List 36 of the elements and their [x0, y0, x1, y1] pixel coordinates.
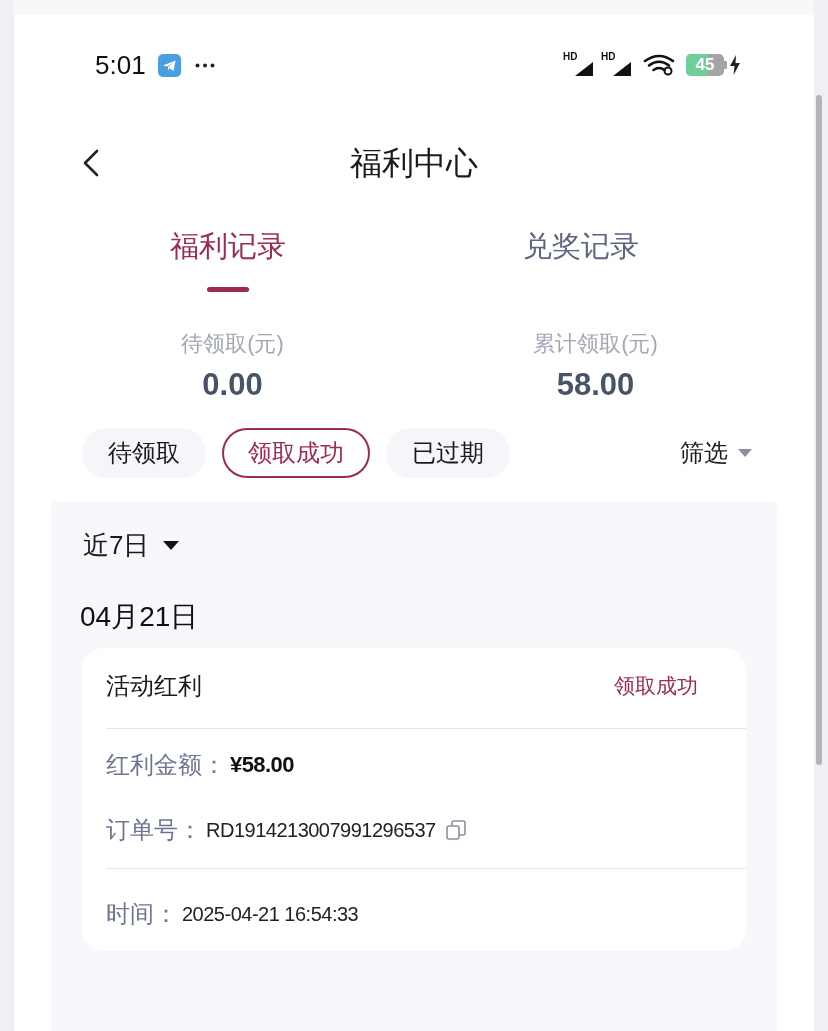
filter-button[interactable]: 筛选 — [680, 436, 752, 470]
caret-down-icon — [163, 540, 180, 550]
network-type-label: HD — [563, 51, 578, 63]
field-label: 红利金额： — [106, 750, 226, 780]
status-filter-chip[interactable]: 已过期 — [386, 428, 510, 478]
field-label: 时间： — [106, 899, 178, 929]
status-time: 5:01 — [95, 49, 146, 82]
date-heading: 04月21日 — [80, 600, 199, 634]
copy-icon[interactable] — [445, 820, 466, 840]
tab-indicator — [206, 287, 249, 292]
signal-icon — [575, 62, 593, 76]
caret-down-icon — [738, 449, 752, 457]
back-icon — [83, 149, 99, 177]
field-label: 订单号： — [106, 815, 202, 845]
status-filter-chip[interactable]: 待领取 — [82, 428, 206, 478]
tab[interactable]: 兑奖记录 — [522, 226, 639, 266]
battery-percent: 45 — [694, 54, 716, 76]
charging-icon — [730, 55, 740, 75]
network-type-label: HD — [601, 51, 616, 63]
wifi-icon — [643, 54, 676, 76]
field-value: ¥58.00 — [230, 751, 294, 779]
record-title: 活动红利 — [106, 671, 202, 701]
status-filter-chip[interactable]: 领取成功 — [222, 428, 370, 478]
field-value: 2025-04-21 16:54:33 — [182, 902, 359, 927]
record-status: 领取成功 — [614, 673, 698, 699]
summary-value: 58.00 — [556, 366, 635, 404]
summary-label: 累计领取(元) — [533, 330, 658, 358]
signal-icon — [613, 62, 631, 76]
more-icon — [194, 62, 215, 68]
summary-value: 0.00 — [202, 366, 263, 404]
telegram-icon — [157, 53, 181, 77]
period-dropdown[interactable]: 近7日 — [83, 527, 180, 563]
field-value: RD1914213007991296537 — [206, 818, 436, 843]
page-title: 福利中心 — [350, 144, 478, 183]
tab[interactable]: 福利记录 — [169, 226, 286, 266]
summary-label: 待领取(元) — [181, 330, 284, 358]
